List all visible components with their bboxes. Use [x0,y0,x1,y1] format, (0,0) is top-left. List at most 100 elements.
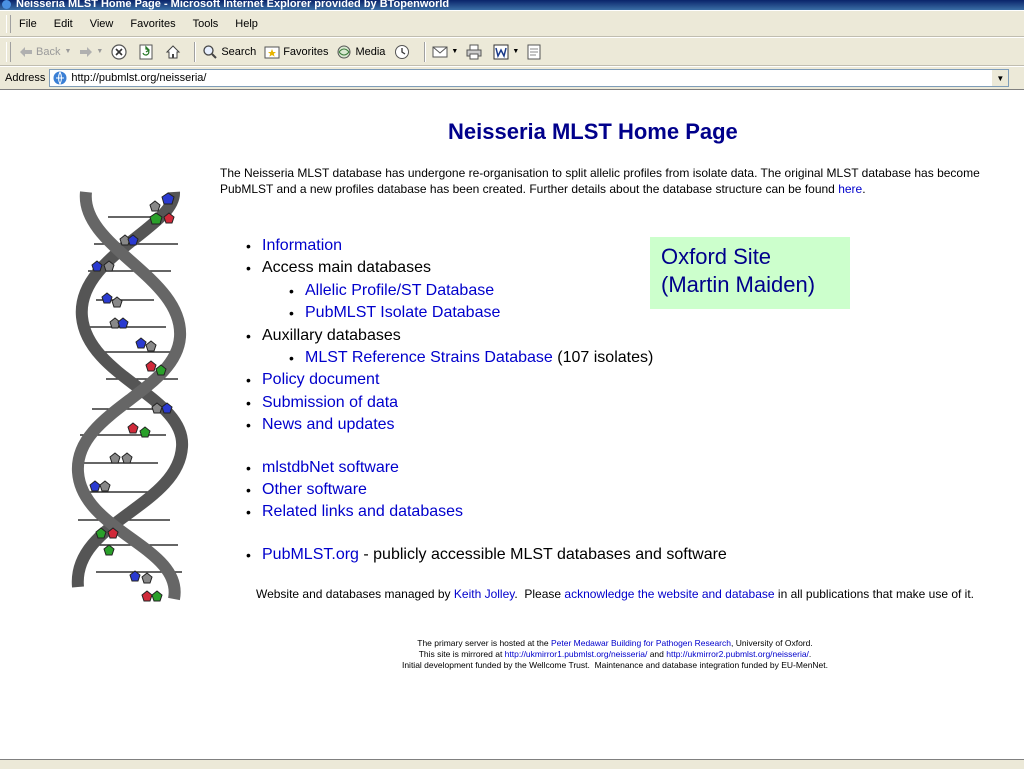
dna-helix-image [71,191,189,602]
list-item: PubMLST.org - publicly accessible MLST d… [246,544,727,566]
search-button[interactable]: Search [202,44,256,60]
keith-jolley-link[interactable]: Keith Jolley [454,587,514,601]
edit-word-button[interactable]: ▼ [493,44,519,60]
intro-paragraph: The Neisseria MLST database has undergon… [220,165,1000,197]
access-main-label: Access main databases [262,259,431,277]
footer-text: The primary server is hosted at the [417,638,551,648]
footer-line-2: This site is mirrored at http://ukmirror… [320,649,910,660]
other-software-link[interactable]: Other software [262,481,367,498]
list-item: Submission of data [246,392,727,414]
footer-text: This site is mirrored at [418,649,505,659]
chevron-down-icon: ▼ [64,48,72,55]
back-button[interactable]: Back ▼ [19,46,71,58]
intro-text: The Neisseria MLST database has undergon… [220,166,980,196]
managed-by-paragraph: Website and databases managed by Keith J… [220,586,1010,602]
back-arrow-icon [20,46,32,57]
chevron-down-icon: ▼ [96,48,104,55]
favorites-button[interactable]: Favorites [264,44,328,60]
managed-pre: Website and databases managed by [255,587,454,601]
here-link[interactable]: here [838,182,862,196]
word-icon [493,44,509,59]
auxillary-label: Auxillary databases [262,326,401,344]
footer-line-1: The primary server is hosted at the Pete… [320,638,910,649]
pubmlst-description: - publicly accessible MLST databases and… [358,545,727,563]
menu-favorites[interactable]: Favorites [130,18,175,30]
menu-view[interactable]: View [90,18,114,30]
stop-button[interactable] [111,43,130,60]
menu-file[interactable]: File [19,18,37,30]
refresh-button[interactable] [138,44,157,60]
menu-help[interactable]: Help [235,18,258,30]
related-links-link[interactable]: Related links and databases [262,503,463,520]
list-item: Other software [246,479,727,501]
news-link[interactable]: News and updates [262,416,395,433]
footer-text: . [808,649,812,659]
mirror2-link[interactable]: http://ukmirror2.pubmlst.org/neisseria/ [666,649,809,659]
mlstdbnet-link[interactable]: mlstdbNet software [262,459,399,476]
forward-arrow-icon [80,46,93,57]
acknowledge-link[interactable]: acknowledge the website and database [564,587,774,601]
submission-link[interactable]: Submission of data [262,394,398,411]
footer-fine-print: The primary server is hosted at the Pete… [320,638,910,671]
address-input[interactable]: http://pubmlst.org/neisseria/ ▼ [49,69,1010,87]
policy-link[interactable]: Policy document [262,371,379,388]
reference-strains-link[interactable]: MLST Reference Strains Database [305,349,553,366]
pubmlst-link[interactable]: PubMLST.org [262,546,359,563]
isolate-database-link[interactable]: PubMLST Isolate Database [305,304,500,321]
list-item: Auxillary databases [246,325,727,347]
allelic-profile-link[interactable]: Allelic Profile/ST Database [305,282,494,299]
history-icon [395,44,410,59]
information-link[interactable]: Information [262,237,342,254]
print-button[interactable] [466,44,485,60]
window-title-bar: Neisseria MLST Home Page - Microsoft Int… [0,0,1024,10]
menu-bar: File Edit View Favorites Tools Help [0,11,1024,37]
toolbar-separator [424,41,427,62]
page-content: Neisseria MLST Home Page The Neisseria M… [0,91,1024,759]
media-button[interactable]: Media [336,44,385,60]
standard-toolbar: Back ▼ ▼ Search Favorites Media ▼ ▼ [0,38,1024,66]
media-icon [337,45,351,58]
managed-post: in all publications that make use of it. [774,587,975,601]
list-item: Related links and databases [246,501,727,523]
oxford-site-callout: Oxford Site (Martin Maiden) [650,237,850,309]
list-item: MLST Reference Strains Database (107 iso… [246,347,727,369]
history-button[interactable] [393,44,414,60]
print-icon [466,44,482,59]
address-label: Address [5,72,46,84]
search-icon [203,44,218,59]
mail-icon [432,46,448,57]
toolbar-grip [6,14,11,33]
mirror1-link[interactable]: http://ukmirror1.pubmlst.org/neisseria/ [505,649,648,659]
ie-icon [2,0,11,9]
chevron-down-icon: ▼ [451,48,459,55]
home-icon [166,44,181,58]
reference-count: (107 isolates) [552,348,654,366]
medawar-building-link[interactable]: Peter Medawar Building for Pathogen Rese… [551,638,731,648]
toolbar-grip [6,41,11,62]
list-item: Policy document [246,369,727,391]
footer-line-3: Initial development funded by the Wellco… [401,660,829,670]
menu-tools[interactable]: Tools [193,18,219,30]
footer-text: and [647,649,667,659]
list-item: mlstdbNet software [246,457,727,479]
chevron-down-icon[interactable]: ▼ [992,70,1009,86]
page-title: Neisseria MLST Home Page [448,119,738,144]
back-label: Back [36,45,61,58]
footer-text: , University of Oxford. [731,638,813,648]
intro-end: . [862,182,866,196]
home-button[interactable] [165,44,184,60]
window-title: Neisseria MLST Home Page - Microsoft Int… [16,0,450,10]
discuss-button[interactable] [527,44,544,60]
favorites-icon [264,46,280,58]
search-label: Search [221,45,257,58]
mail-button[interactable]: ▼ [432,44,458,60]
address-url: http://pubmlst.org/neisseria/ [71,72,207,84]
favorites-label: Favorites [283,45,329,58]
media-label: Media [355,45,386,58]
oxford-line-1: Oxford Site [661,244,772,269]
toolbar-separator [194,41,197,62]
menu-edit[interactable]: Edit [54,18,73,30]
address-bar: Address http://pubmlst.org/neisseria/ ▼ [0,67,1024,90]
forward-button[interactable]: ▼ [79,46,103,58]
chevron-down-icon: ▼ [512,48,520,55]
